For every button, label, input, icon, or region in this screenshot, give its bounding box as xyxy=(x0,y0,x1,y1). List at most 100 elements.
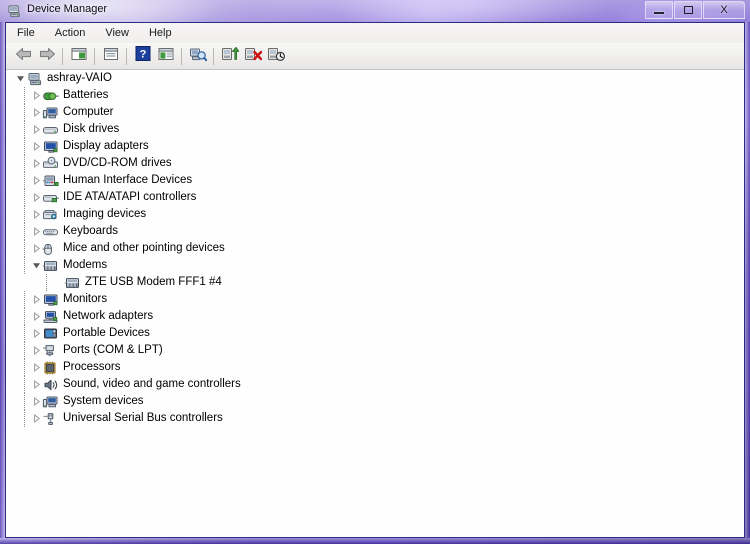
back-button[interactable] xyxy=(12,45,35,67)
device-manager-window: Device Manager X File Action View Help ?… xyxy=(0,0,750,544)
tree-item-processors[interactable]: Processors xyxy=(6,359,744,376)
device-manager-icon xyxy=(7,4,22,19)
tree-item-universal-serial-bus-controllers[interactable]: Universal Serial Bus controllers xyxy=(6,410,744,427)
tree-item-label: Batteries xyxy=(63,89,109,101)
tree-item-label: Human Interface Devices xyxy=(63,174,193,186)
expand-collapse-triangle[interactable] xyxy=(15,70,26,87)
tree-item-label: Imaging devices xyxy=(63,208,147,220)
tree-root-node[interactable]: ashray-VAIO xyxy=(6,70,744,87)
uninstall-device-button[interactable] xyxy=(241,45,264,67)
network-adapter-icon xyxy=(42,309,60,325)
menu-view[interactable]: View xyxy=(96,25,138,41)
tree-connector-line xyxy=(24,359,25,376)
minimize-button[interactable] xyxy=(645,1,673,19)
properties-button[interactable] xyxy=(99,45,122,67)
forward-button[interactable] xyxy=(35,45,58,67)
sound-icon xyxy=(42,377,60,393)
tree-connector-line xyxy=(24,155,25,172)
svg-text:?: ? xyxy=(139,49,146,61)
tree-item-human-interface-devices[interactable]: Human Interface Devices xyxy=(6,172,744,189)
expand-collapse-triangle[interactable] xyxy=(31,291,42,308)
tree-item-monitors[interactable]: Monitors xyxy=(6,291,744,308)
expand-collapse-triangle[interactable] xyxy=(31,121,42,138)
tree-item-modems[interactable]: Modems xyxy=(6,257,744,274)
scan-for-hardware-changes-icon xyxy=(189,46,207,67)
computer-icon xyxy=(42,105,60,121)
tree-children-container: Batteries Computer Disk drives Display adap… xyxy=(6,87,744,427)
show-hide-console-tree-button[interactable] xyxy=(67,45,90,67)
expand-collapse-triangle[interactable] xyxy=(31,87,42,104)
close-button[interactable]: X xyxy=(703,1,745,19)
tree-item-keyboards[interactable]: Keyboards xyxy=(6,223,744,240)
tree-item-imaging-devices[interactable]: Imaging devices xyxy=(6,206,744,223)
disk-drive-icon xyxy=(42,122,60,138)
back-arrow-icon xyxy=(15,46,33,67)
tree-item-label: Ports (COM & LPT) xyxy=(63,344,163,356)
device-tree[interactable]: ashray-VAIO Batteries Computer Disk drives… xyxy=(6,70,744,537)
tree-connector-line xyxy=(24,342,25,359)
tree-item-ide-ata-atapi-controllers[interactable]: IDE ATA/ATAPI controllers xyxy=(6,189,744,206)
status-bar-main-panel xyxy=(6,537,539,538)
update-driver-icon xyxy=(221,46,239,67)
tree-connector-line xyxy=(24,104,25,121)
expand-collapse-triangle[interactable] xyxy=(31,359,42,376)
expand-collapse-triangle[interactable] xyxy=(31,189,42,206)
maximize-button[interactable] xyxy=(674,1,702,19)
expand-collapse-triangle[interactable] xyxy=(31,393,42,410)
tree-item-system-devices[interactable]: System devices xyxy=(6,393,744,410)
display-adapter-icon xyxy=(42,139,60,155)
expand-collapse-triangle[interactable] xyxy=(31,104,42,121)
toolbar-separator xyxy=(94,47,95,65)
tree-item-mice-and-other-pointing-devices[interactable]: Mice and other pointing devices xyxy=(6,240,744,257)
window-title: Device Manager xyxy=(27,3,108,15)
help-button[interactable]: ? xyxy=(131,45,154,67)
tree-connector-line xyxy=(46,274,47,291)
expand-collapse-triangle[interactable] xyxy=(31,257,42,274)
tree-item-label: Display adapters xyxy=(63,140,149,152)
tree-item-network-adapters[interactable]: Network adapters xyxy=(6,308,744,325)
title-bar[interactable]: Device Manager X xyxy=(0,0,750,22)
usb-controller-icon xyxy=(42,411,60,427)
expand-collapse-triangle[interactable] xyxy=(31,342,42,359)
menu-action[interactable]: Action xyxy=(46,25,95,41)
tree-item-sound-video-and-game-controllers[interactable]: Sound, video and game controllers xyxy=(6,376,744,393)
menu-file[interactable]: File xyxy=(8,25,44,41)
tree-item-disk-drives[interactable]: Disk drives xyxy=(6,121,744,138)
mouse-icon xyxy=(42,241,60,257)
tree-item-zte-usb-modem-fff1-4[interactable]: ZTE USB Modem FFF1 #4 xyxy=(6,274,744,291)
help-question-icon: ? xyxy=(135,46,151,66)
expand-collapse-triangle[interactable] xyxy=(31,240,42,257)
expand-collapse-triangle[interactable] xyxy=(31,138,42,155)
tree-connector-line xyxy=(24,325,25,342)
disable-device-icon xyxy=(267,46,285,67)
tree-item-display-adapters[interactable]: Display adapters xyxy=(6,138,744,155)
disable-device-button[interactable] xyxy=(264,45,287,67)
expand-collapse-triangle[interactable] xyxy=(31,308,42,325)
tree-item-batteries[interactable]: Batteries xyxy=(6,87,744,104)
tree-item-dvd-cd-rom-drives[interactable]: DVD/CD-ROM drives xyxy=(6,155,744,172)
tree-connector-line xyxy=(24,291,25,308)
expand-collapse-triangle[interactable] xyxy=(31,223,42,240)
tree-item-computer[interactable]: Computer xyxy=(6,104,744,121)
toolbar-separator xyxy=(181,47,182,65)
maximize-icon xyxy=(683,6,693,14)
update-driver-button[interactable] xyxy=(218,45,241,67)
expand-collapse-triangle[interactable] xyxy=(31,325,42,342)
tree-item-label: Computer xyxy=(63,106,114,118)
expand-collapse-triangle[interactable] xyxy=(31,410,42,427)
show-hide-action-pane-button[interactable] xyxy=(154,45,177,67)
expand-collapse-triangle[interactable] xyxy=(31,206,42,223)
tree-item-ports-com-lpt[interactable]: Ports (COM & LPT) xyxy=(6,342,744,359)
processor-icon xyxy=(42,360,60,376)
monitor-icon xyxy=(42,292,60,308)
tree-item-label: ZTE USB Modem FFF1 #4 xyxy=(85,276,222,288)
minimize-icon xyxy=(654,12,664,14)
expand-collapse-triangle[interactable] xyxy=(31,172,42,189)
tree-item-portable-devices[interactable]: Portable Devices xyxy=(6,325,744,342)
expand-collapse-triangle[interactable] xyxy=(31,155,42,172)
scan-for-hardware-changes-button[interactable] xyxy=(186,45,209,67)
expand-collapse-triangle[interactable] xyxy=(31,376,42,393)
toolbar: ? xyxy=(6,43,744,70)
menu-help[interactable]: Help xyxy=(140,25,181,41)
ide-controller-icon xyxy=(42,190,60,206)
